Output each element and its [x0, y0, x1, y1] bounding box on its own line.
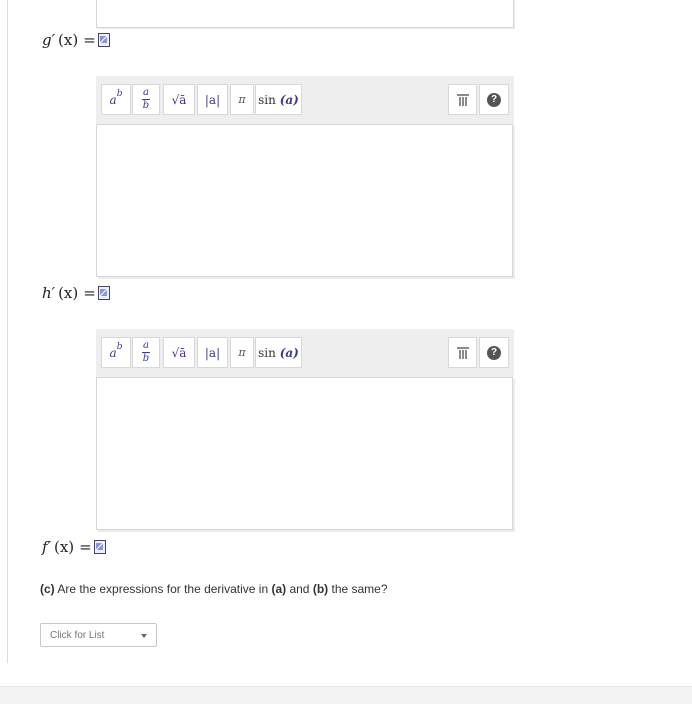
question-c: (c) Are the expressions for the derivati… [40, 582, 388, 596]
trash-icon [456, 93, 469, 106]
fraction-button[interactable]: ab [132, 337, 160, 368]
prime-mark: ′ [51, 31, 56, 49]
question-text-2: and [286, 582, 313, 596]
question-text-1: Are the expressions for the derivative i… [54, 582, 272, 596]
sin-arg: (a) [279, 92, 299, 107]
chevron-down-icon [141, 634, 147, 638]
equals: = [83, 31, 96, 49]
fraction-button[interactable]: ab [132, 84, 160, 115]
power-button[interactable]: ab [101, 84, 131, 115]
footer-bar [0, 686, 692, 704]
help-icon: ? [487, 345, 501, 360]
power-exp: b [116, 88, 123, 99]
h-prime-label: h ′ (x) = [42, 284, 110, 302]
pi-button[interactable]: π [230, 337, 254, 368]
select-value: Click for List [50, 629, 105, 641]
answer-input-h[interactable] [96, 124, 513, 277]
power-base: a [109, 345, 117, 360]
clear-button[interactable] [448, 337, 477, 368]
g-fn: g [42, 31, 52, 49]
trash-icon [456, 346, 469, 359]
file-image-icon [97, 33, 110, 47]
clear-button[interactable] [448, 84, 477, 115]
help-button[interactable]: ? [479, 84, 509, 115]
sqrt-button[interactable]: √ā [163, 337, 195, 368]
part-label: (c) [40, 582, 55, 596]
frac-den: b [142, 353, 150, 364]
f-prime-label: f ′ (x) = [42, 538, 106, 556]
frac-num: a [143, 87, 149, 98]
prime-mark: ′ [47, 538, 51, 556]
equals: = [79, 538, 92, 556]
sin-button[interactable]: sin (a) [255, 337, 302, 368]
file-image-icon [93, 540, 106, 554]
editor-toolbar: ab ab √ā |a| π sin (a) ? [96, 329, 514, 377]
ref-a: (a) [271, 582, 287, 596]
var: (x) [58, 31, 79, 49]
help-button[interactable]: ? [479, 337, 509, 368]
editor-toolbar: ab ab √ā |a| π sin (a) ? [96, 76, 514, 124]
abs-button[interactable]: |a| [197, 337, 228, 368]
file-image-icon [97, 286, 110, 300]
ref-b: (b) [312, 582, 329, 596]
pi-button[interactable]: π [230, 84, 254, 115]
answer-box-previous[interactable] [96, 0, 514, 28]
left-divider [7, 0, 8, 663]
var: (x) [58, 284, 79, 302]
answer-input-f[interactable] [96, 377, 513, 530]
h-fn: h [42, 284, 52, 302]
frac-num: a [143, 340, 149, 351]
power-base: a [109, 92, 117, 107]
abs-button[interactable]: |a| [197, 84, 228, 115]
g-prime-label: g ′ (x) = [42, 31, 110, 49]
equals: = [83, 284, 96, 302]
help-icon: ? [487, 92, 501, 107]
question-text-3: the same? [328, 582, 388, 596]
math-editor-h: ab ab √ā |a| π sin (a) ? [96, 76, 514, 277]
var: (x) [53, 538, 75, 556]
prime-mark: ′ [51, 284, 56, 302]
sqrt-button[interactable]: √ā [163, 84, 195, 115]
sin-button[interactable]: sin (a) [255, 84, 302, 115]
frac-den: b [142, 100, 150, 111]
sin-arg: (a) [279, 345, 299, 360]
power-exp: b [116, 341, 123, 352]
sin-prefix: sin [258, 92, 276, 107]
answer-select[interactable]: Click for List [40, 623, 157, 647]
math-editor-f: ab ab √ā |a| π sin (a) ? [96, 329, 514, 530]
power-button[interactable]: ab [101, 337, 131, 368]
sin-prefix: sin [258, 345, 276, 360]
